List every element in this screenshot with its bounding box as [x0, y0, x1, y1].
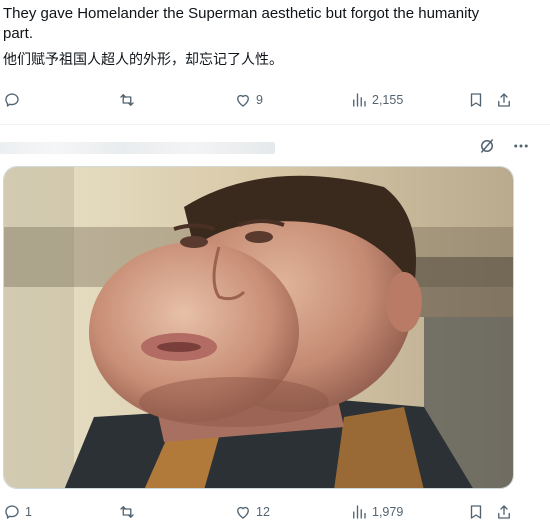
reply-button[interactable]: 1 [3, 500, 32, 524]
reply-button[interactable] [3, 88, 25, 112]
view-count: 1,979 [372, 505, 404, 519]
reply-icon [5, 505, 19, 519]
like-button[interactable]: 12 [234, 500, 270, 524]
share-icon [498, 505, 510, 519]
reply-count: 1 [25, 505, 32, 519]
redacted-author-name [0, 142, 275, 154]
grok-button[interactable] [476, 135, 498, 157]
more-icon [514, 144, 528, 148]
like-count: 9 [256, 93, 263, 107]
views-icon [353, 93, 366, 107]
repost-button[interactable] [118, 88, 140, 112]
repost-icon [120, 506, 134, 518]
top-action-bar: 9 2,155 [0, 88, 550, 112]
grok-icon [481, 139, 493, 153]
more-button[interactable] [510, 135, 532, 157]
reply-icon [5, 93, 19, 107]
bookmark-icon [470, 505, 482, 519]
views-icon [353, 505, 366, 519]
bookmark-icon [470, 93, 482, 107]
share-button[interactable] [495, 88, 513, 112]
like-icon [237, 94, 249, 107]
bookmark-button[interactable] [467, 88, 485, 112]
post-media-image[interactable] [3, 166, 514, 489]
post-divider [0, 124, 550, 125]
post-text: They gave Homelander the Superman aesthe… [3, 5, 480, 42]
bottom-action-bar: 1 12 1,979 [0, 500, 550, 524]
bookmark-button[interactable] [467, 500, 485, 524]
repost-icon [120, 94, 134, 106]
repost-button[interactable] [118, 500, 140, 524]
view-count: 2,155 [372, 93, 404, 107]
share-icon [498, 93, 510, 107]
share-button[interactable] [495, 500, 513, 524]
post-header-actions [476, 135, 532, 157]
post-translation: 他们赋予祖国人超人的外形，却忘记了人性。 [3, 52, 283, 68]
meme-photo [4, 167, 513, 488]
like-icon [237, 506, 249, 519]
views-button[interactable]: 2,155 [350, 88, 403, 112]
views-button[interactable]: 1,979 [350, 500, 403, 524]
like-button[interactable]: 9 [234, 88, 263, 112]
like-count: 12 [256, 505, 270, 519]
